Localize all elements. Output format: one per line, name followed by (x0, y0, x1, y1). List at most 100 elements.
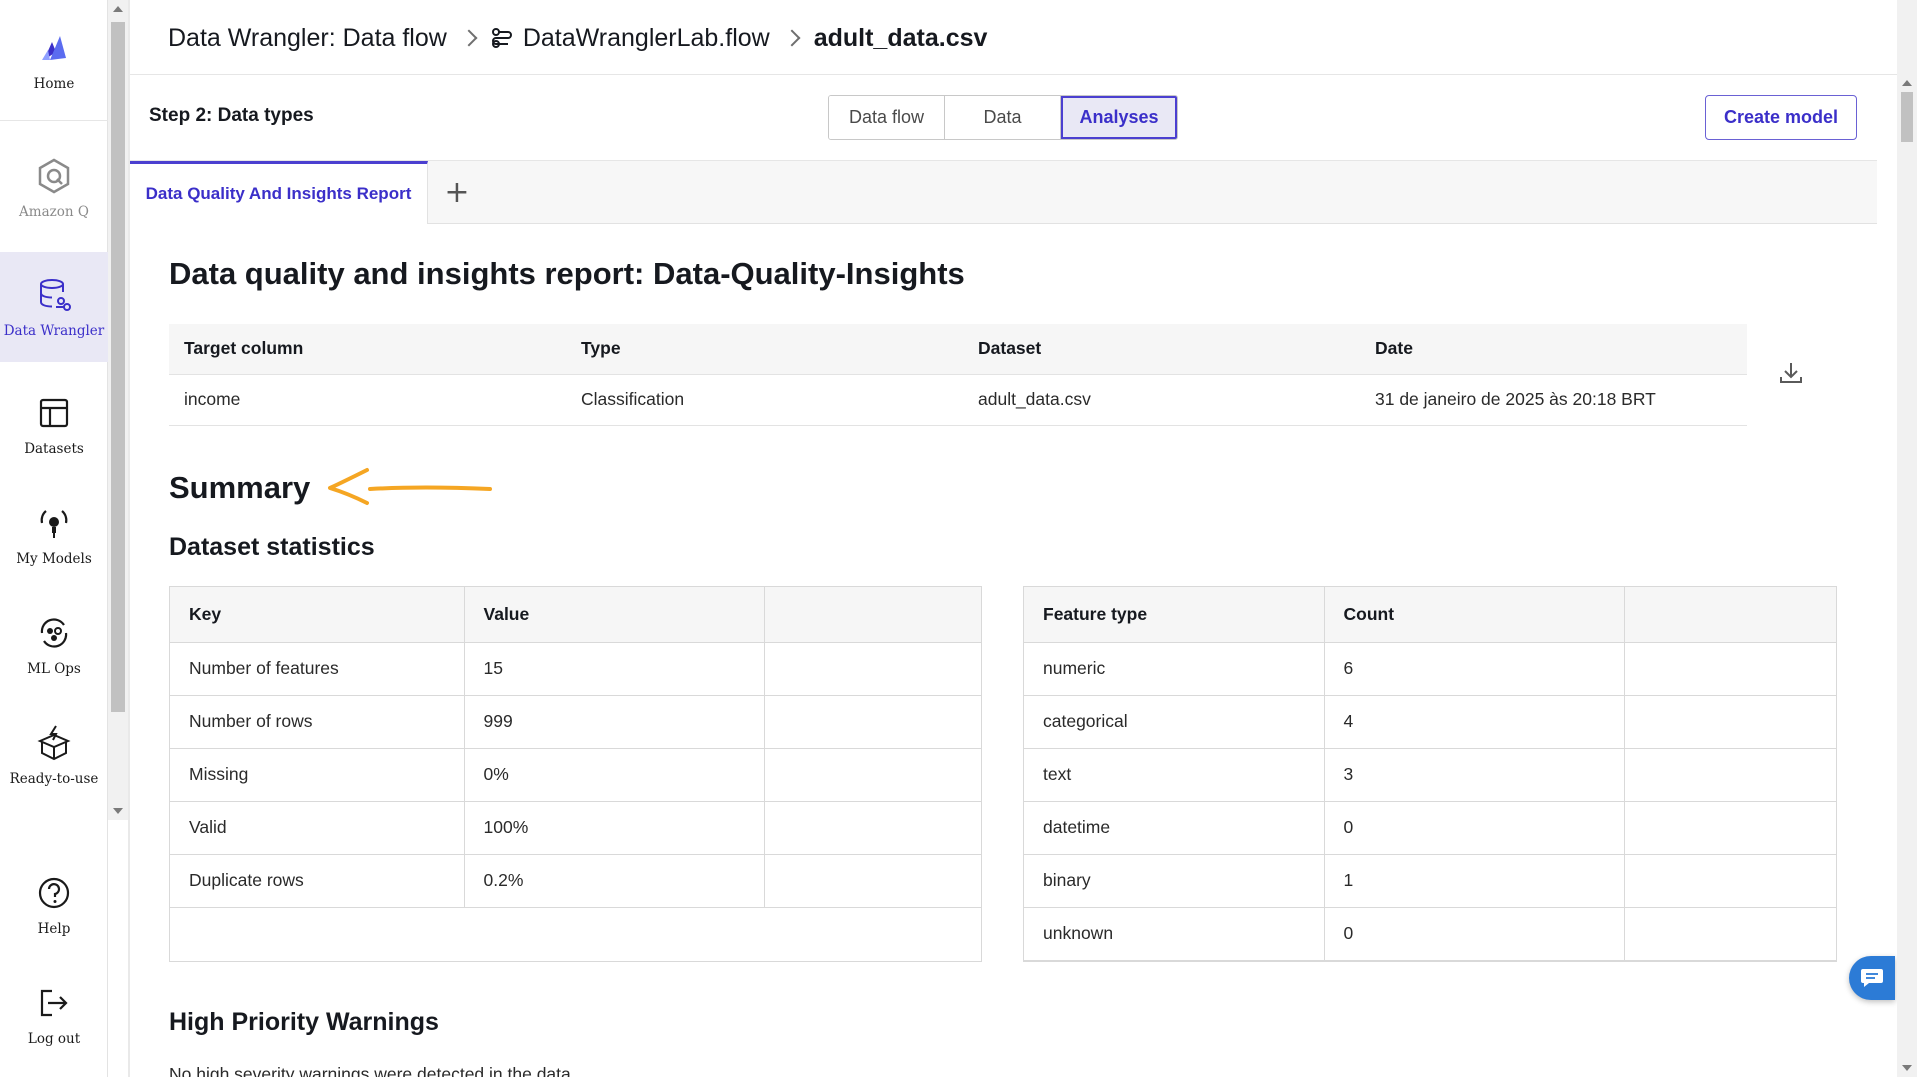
scroll-down-arrow-icon[interactable] (113, 808, 123, 814)
dataset-statistics-heading: Dataset statistics (169, 533, 375, 561)
sidebar-item-ready-to-use[interactable]: Ready-to-use (0, 705, 108, 805)
sidebar-item-label: ML Ops (27, 661, 81, 677)
sidebar-item-help[interactable]: Help (0, 855, 108, 955)
download-icon[interactable] (1778, 360, 1804, 386)
tab-analyses[interactable]: Analyses (1061, 96, 1177, 139)
ml-ops-icon (40, 618, 68, 648)
sidebar-item-amazon-q[interactable]: Amazon Q (0, 128, 108, 248)
scrollbar-thumb[interactable] (1901, 92, 1913, 142)
feature-count: 6 (1324, 642, 1625, 696)
feature-count: 0 (1324, 907, 1625, 961)
column-header-empty (1624, 587, 1836, 643)
create-model-button[interactable]: Create model (1705, 95, 1857, 140)
logo-icon (42, 36, 66, 60)
sidebar-item-label: Datasets (24, 441, 84, 457)
dataset-value: adult_data.csv (963, 374, 1360, 426)
date-value: 31 de janeiro de 2025 às 20:18 BRT (1360, 374, 1747, 426)
scroll-up-arrow-icon[interactable] (1902, 80, 1912, 86)
dataset-statistics-table: Key Value Number of features 15 Number o… (169, 586, 982, 962)
table-row: categorical 4 (1024, 695, 1836, 749)
box-icon (37, 725, 71, 761)
stat-key: Valid (170, 801, 465, 855)
sidebar-item-home[interactable]: Home (0, 10, 108, 110)
feature-count: 4 (1324, 695, 1625, 749)
sidebar-item-label: Log out (27, 1031, 81, 1047)
feature-type: datetime (1024, 801, 1325, 855)
stat-value: 999 (464, 695, 765, 749)
stat-value: 15 (464, 642, 765, 696)
sidebar-item-datasets[interactable]: Datasets (0, 375, 108, 475)
column-header-empty (764, 587, 981, 643)
key-value-table: Key Value Number of features 15 Number o… (170, 587, 981, 908)
sidebar-item-label: Amazon Q (19, 204, 89, 220)
warnings-message: No high severity warnings were detected … (169, 1064, 576, 1077)
empty-cell (764, 695, 981, 749)
data-wrangler-icon (40, 279, 71, 311)
tab-data[interactable]: Data (945, 96, 1061, 139)
empty-cell (1624, 801, 1836, 855)
empty-cell (764, 642, 981, 696)
table-header-row: Key Value (170, 587, 981, 643)
empty-cell (1624, 642, 1836, 696)
breadcrumb: Data Wrangler: Data flow DataWranglerLab… (168, 18, 987, 58)
table-header-row: Feature type Count (1024, 587, 1836, 643)
feature-type: text (1024, 748, 1325, 802)
flow-icon (491, 28, 512, 48)
stat-key: Number of rows (170, 695, 465, 749)
empty-cell (764, 748, 981, 802)
column-header: Date (1360, 324, 1747, 375)
column-header: Key (170, 587, 465, 643)
chat-button[interactable] (1849, 956, 1895, 1000)
main-scrollbar[interactable] (1897, 0, 1917, 1077)
stat-value: 0% (464, 748, 765, 802)
feature-count: 0 (1324, 801, 1625, 855)
breadcrumb-item-flow-file[interactable]: DataWranglerLab.flow (523, 24, 770, 53)
breadcrumb-item-data-flow[interactable]: Data Wrangler: Data flow (168, 24, 447, 53)
annotation-arrow-icon (328, 468, 492, 505)
scroll-down-arrow-icon[interactable] (1902, 1065, 1912, 1071)
table-row: unknown 0 (1024, 907, 1836, 961)
sidebar-divider (0, 120, 108, 121)
tab-data-quality-report[interactable]: Data Quality And Insights Report (130, 161, 428, 224)
sidebar-item-ml-ops[interactable]: ML Ops (0, 595, 108, 695)
sidebar-item-my-models[interactable]: My Models (0, 485, 108, 585)
view-tab-group: Data flow Data Analyses (828, 95, 1178, 140)
empty-cell (764, 801, 981, 855)
step-title: Step 2: Data types (149, 105, 314, 126)
empty-cell (1624, 695, 1836, 749)
table-row: Missing 0% (170, 748, 981, 802)
sidebar-item-data-wrangler[interactable]: Data Wrangler (0, 252, 108, 362)
tab-data-flow[interactable]: Data flow (829, 96, 945, 139)
chevron-right-icon (783, 29, 801, 47)
target-column-value: income (169, 374, 566, 426)
feature-type: categorical (1024, 695, 1325, 749)
bulb-icon (40, 510, 68, 538)
table-row: income Classification adult_data.csv 31 … (169, 374, 1747, 426)
high-priority-warnings-heading: High Priority Warnings (169, 1008, 439, 1036)
sidebar-item-label: Home (33, 76, 75, 92)
header-divider (130, 74, 1900, 75)
feature-types-table-container: Feature type Count numeric 6 categorical… (1023, 586, 1837, 962)
table-row: binary 1 (1024, 854, 1836, 908)
empty-cell (764, 854, 981, 908)
table-row: Number of features 15 (170, 642, 981, 696)
column-header: Value (464, 587, 765, 643)
table-row: text 3 (1024, 748, 1836, 802)
sidebar-scrollbar[interactable] (108, 0, 128, 820)
table-row: numeric 6 (1024, 642, 1836, 696)
sidebar-item-log-out[interactable]: Log out (0, 965, 108, 1065)
column-header: Count (1324, 587, 1625, 643)
scroll-up-arrow-icon[interactable] (113, 6, 123, 12)
feature-type: binary (1024, 854, 1325, 908)
add-tab-button[interactable]: + (440, 175, 474, 210)
table-icon (39, 398, 69, 428)
stat-value: 0.2% (464, 854, 765, 908)
report-meta-table: Target column Type Dataset Date income C… (169, 324, 1747, 426)
stat-key: Missing (170, 748, 465, 802)
left-sidebar: Home Amazon Q Data Wrangler Datasets My … (0, 0, 108, 1077)
feature-count: 1 (1324, 854, 1625, 908)
feature-count: 3 (1324, 748, 1625, 802)
type-value: Classification (566, 374, 963, 426)
stat-value: 100% (464, 801, 765, 855)
scrollbar-thumb[interactable] (111, 22, 125, 712)
